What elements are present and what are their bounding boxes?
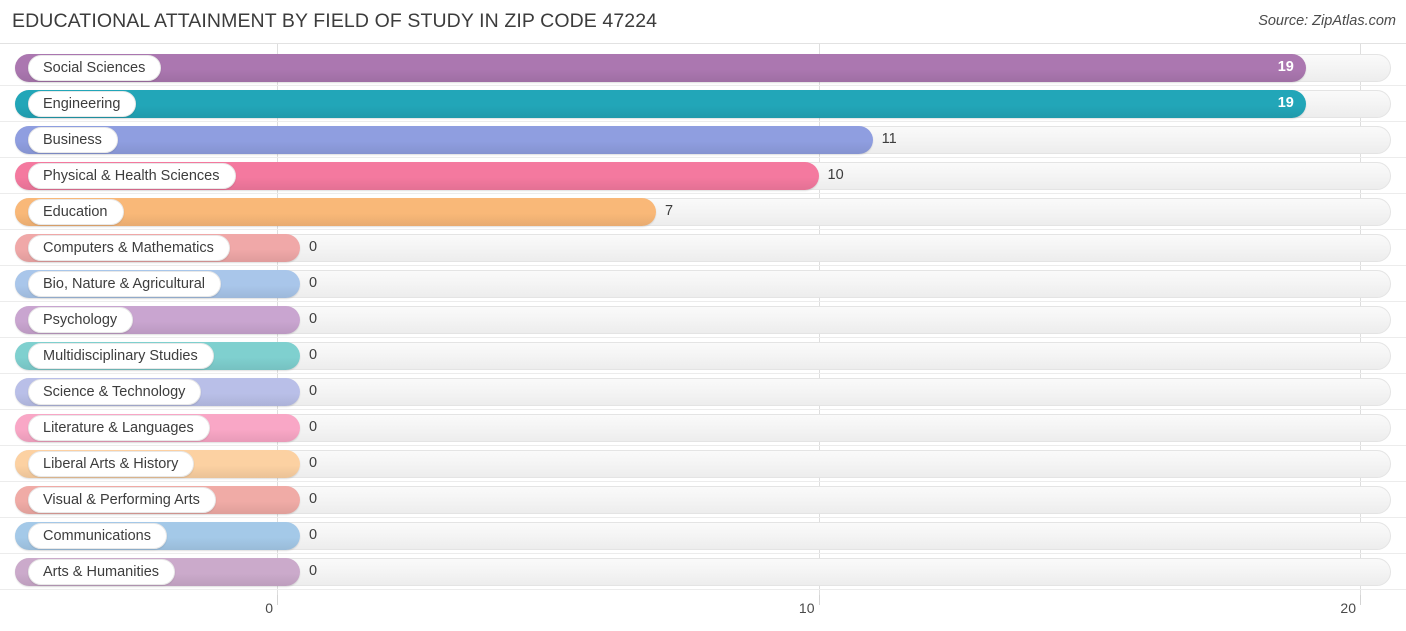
axis-tick-0 xyxy=(277,595,278,605)
bar-value: 0 xyxy=(309,239,318,255)
bar-label-pill: Social Sciences xyxy=(28,55,162,81)
bar-value: 11 xyxy=(881,131,897,147)
bar-label-pill: Education xyxy=(28,199,124,225)
bar-row[interactable]: Science & Technology 0 xyxy=(0,374,1406,410)
bar-row[interactable]: Bio, Nature & Agricultural 0 xyxy=(0,266,1406,302)
bar-label-pill: Communications xyxy=(28,523,167,549)
bar-value: 0 xyxy=(309,383,318,399)
chart-header: EDUCATIONAL ATTAINMENT BY FIELD OF STUDY… xyxy=(0,0,1406,44)
bar-row[interactable]: Social Sciences 19 xyxy=(0,50,1406,86)
bar-label: Engineering xyxy=(43,95,121,112)
bar-row[interactable]: Arts & Humanities 0 xyxy=(0,554,1406,590)
bar-value: 0 xyxy=(309,275,318,291)
bar xyxy=(15,54,1306,82)
bar-label-pill: Business xyxy=(28,127,118,153)
bar-label-pill: Visual & Performing Arts xyxy=(28,487,216,513)
bar-row[interactable]: Education 7 xyxy=(0,194,1406,230)
bar-label-pill: Engineering xyxy=(28,91,137,117)
bar-label: Science & Technology xyxy=(43,383,186,400)
bar-value: 10 xyxy=(827,167,844,183)
bar-label: Social Sciences xyxy=(43,59,146,76)
bar xyxy=(15,90,1306,118)
bar-row[interactable]: Literature & Languages 0 xyxy=(0,410,1406,446)
bar-label-pill: Multidisciplinary Studies xyxy=(28,343,214,369)
bar-value: 0 xyxy=(309,419,318,435)
bar-label: Business xyxy=(43,131,102,148)
axis-tick-label-20: 20 xyxy=(1340,600,1356,616)
x-axis: 0 10 20 xyxy=(0,595,1406,631)
bar-value: 19 xyxy=(1277,95,1294,111)
bar-row[interactable]: Visual & Performing Arts 0 xyxy=(0,482,1406,518)
bar-row[interactable]: Business 11 xyxy=(0,122,1406,158)
axis-tick-label-10: 10 xyxy=(798,600,815,616)
bar-value: 19 xyxy=(1277,59,1294,75)
axis-tick-10 xyxy=(818,595,820,605)
bar-row[interactable]: Psychology 0 xyxy=(0,302,1406,338)
bar-label: Physical & Health Sciences xyxy=(43,167,220,184)
bar-label: Multidisciplinary Studies xyxy=(43,347,198,364)
bar-value: 0 xyxy=(309,527,318,543)
bar-label-pill: Physical & Health Sciences xyxy=(28,163,236,189)
bar-label-pill: Science & Technology xyxy=(28,379,202,405)
chart-container: EDUCATIONAL ATTAINMENT BY FIELD OF STUDY… xyxy=(0,0,1406,631)
bar-value: 0 xyxy=(309,311,318,327)
bar-row[interactable]: Multidisciplinary Studies 0 xyxy=(0,338,1406,374)
bar-value: 0 xyxy=(309,455,318,471)
bar-label-pill: Psychology xyxy=(28,307,134,333)
bar-label: Communications xyxy=(43,527,151,544)
bar-label: Computers & Mathematics xyxy=(43,239,214,256)
bar-row[interactable]: Communications 0 xyxy=(0,518,1406,554)
bar-label-pill: Literature & Languages xyxy=(28,415,210,441)
axis-tick-label-0: 0 xyxy=(265,600,273,616)
bar-value: 0 xyxy=(309,563,318,579)
bar-row[interactable]: Physical & Health Sciences 10 xyxy=(0,158,1406,194)
bar-label: Education xyxy=(43,203,108,220)
bar-row[interactable]: Computers & Mathematics 0 xyxy=(0,230,1406,266)
bar-row[interactable]: Liberal Arts & History 0 xyxy=(0,446,1406,482)
bar-label: Psychology xyxy=(43,311,118,328)
bar-label: Literature & Languages xyxy=(43,419,194,436)
bar-value: 0 xyxy=(309,491,318,507)
bar xyxy=(15,126,873,154)
bar-value: 0 xyxy=(309,347,318,363)
bar-label: Liberal Arts & History xyxy=(43,455,179,472)
bar-label-pill: Liberal Arts & History xyxy=(28,451,195,477)
bar-label: Visual & Performing Arts xyxy=(43,491,200,508)
axis-tick-20 xyxy=(1360,595,1361,605)
row-divider xyxy=(0,589,1406,590)
plot-area: Social Sciences 19 Engineering 19 Business 11… xyxy=(0,44,1406,595)
bar-label: Arts & Humanities xyxy=(43,563,160,580)
bar-label-pill: Arts & Humanities xyxy=(28,559,176,585)
bar-row[interactable]: Engineering 19 xyxy=(0,86,1406,122)
bar-label: Bio, Nature & Agricultural xyxy=(43,275,205,292)
page-title: EDUCATIONAL ATTAINMENT BY FIELD OF STUDY… xyxy=(12,10,658,32)
bar-label-pill: Computers & Mathematics xyxy=(28,235,230,261)
bar-label-pill: Bio, Nature & Agricultural xyxy=(28,271,221,297)
source-attribution: Source: ZipAtlas.com xyxy=(1258,13,1396,29)
bar-value: 7 xyxy=(665,203,674,219)
